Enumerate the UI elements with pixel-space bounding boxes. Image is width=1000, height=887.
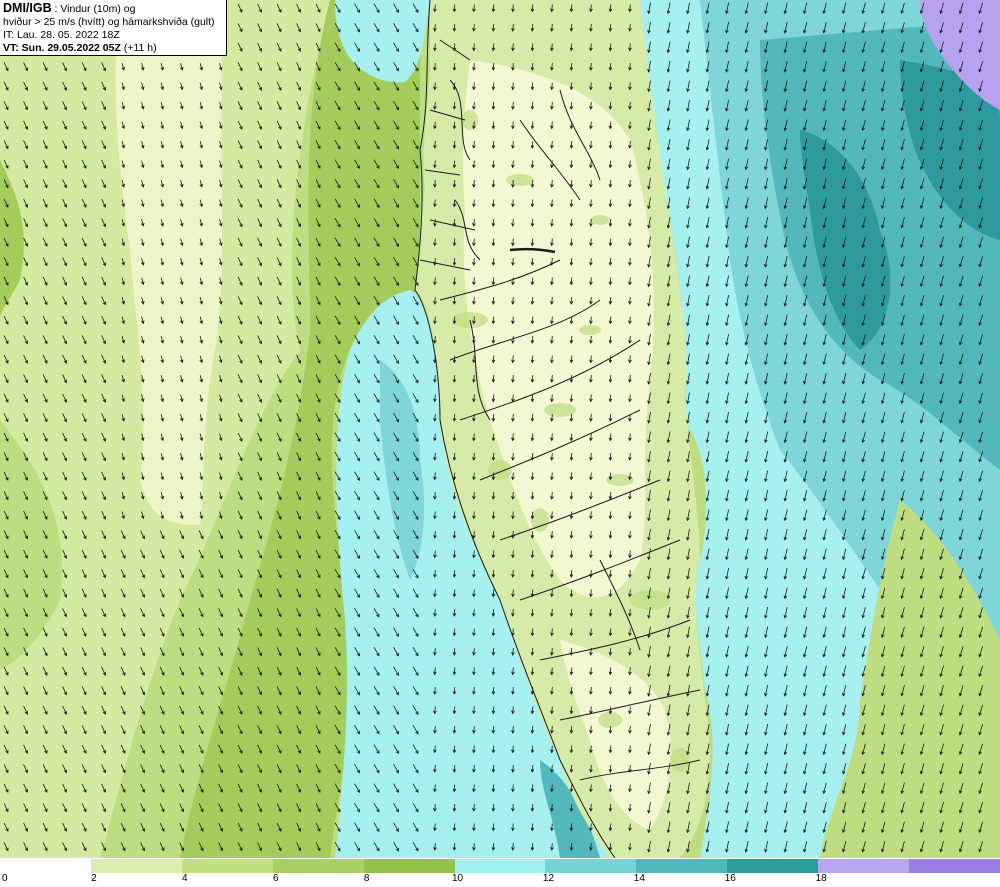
colorbar-segment	[0, 859, 91, 873]
colorbar-tick-4: 4	[182, 873, 188, 884]
colorbar-segment	[636, 859, 728, 873]
colorbar-segment	[90, 859, 182, 873]
colorbar-tick-16: 16	[724, 873, 736, 884]
colorbar-tick-8: 8	[363, 873, 370, 884]
colorbar-tick-6: 6	[272, 873, 279, 884]
colorbar-tick-labels: 0 2 4 6 8 10 12 14 16 18	[0, 872, 1000, 887]
colorbar-tick-2: 2	[91, 873, 97, 884]
gust-description: hviður > 25 m/s (hvítt) og hámarkshviða …	[3, 16, 215, 28]
initial-time: IT: Lau. 28. 05. 2022 18Z	[3, 29, 120, 41]
colorbar-segment	[454, 859, 546, 873]
colorbar-segment	[181, 859, 273, 873]
wind-speed-colorbar	[0, 858, 1000, 873]
forecast-offset: (+11 h)	[120, 42, 157, 54]
title-text: : Vindur (10m) og	[51, 3, 136, 15]
colorbar-segment	[272, 859, 364, 873]
colorbar-segment	[909, 859, 1000, 873]
colorbar-tick-0: 0	[2, 873, 8, 884]
colorbar-tick-12: 12	[542, 873, 555, 884]
colorbar-tick-10: 10	[451, 873, 464, 884]
colorbar-segment	[727, 859, 819, 873]
colorbar-tick-14: 14	[633, 873, 645, 884]
colorbar-segment	[818, 859, 910, 873]
colorbar-segment	[545, 859, 637, 873]
wind-speed-field	[0, 0, 1000, 858]
colorbar-tick-18: 18	[815, 873, 827, 884]
colorbar-segment	[363, 859, 455, 873]
valid-time: VT: Sun. 29.05.2022 05Z	[3, 42, 121, 54]
wind-map	[0, 0, 1000, 858]
org-label: DMI/IGB	[3, 1, 52, 15]
map-info-box: DMI/IGB : Vindur (10m) og hviður > 25 m/…	[0, 0, 227, 56]
